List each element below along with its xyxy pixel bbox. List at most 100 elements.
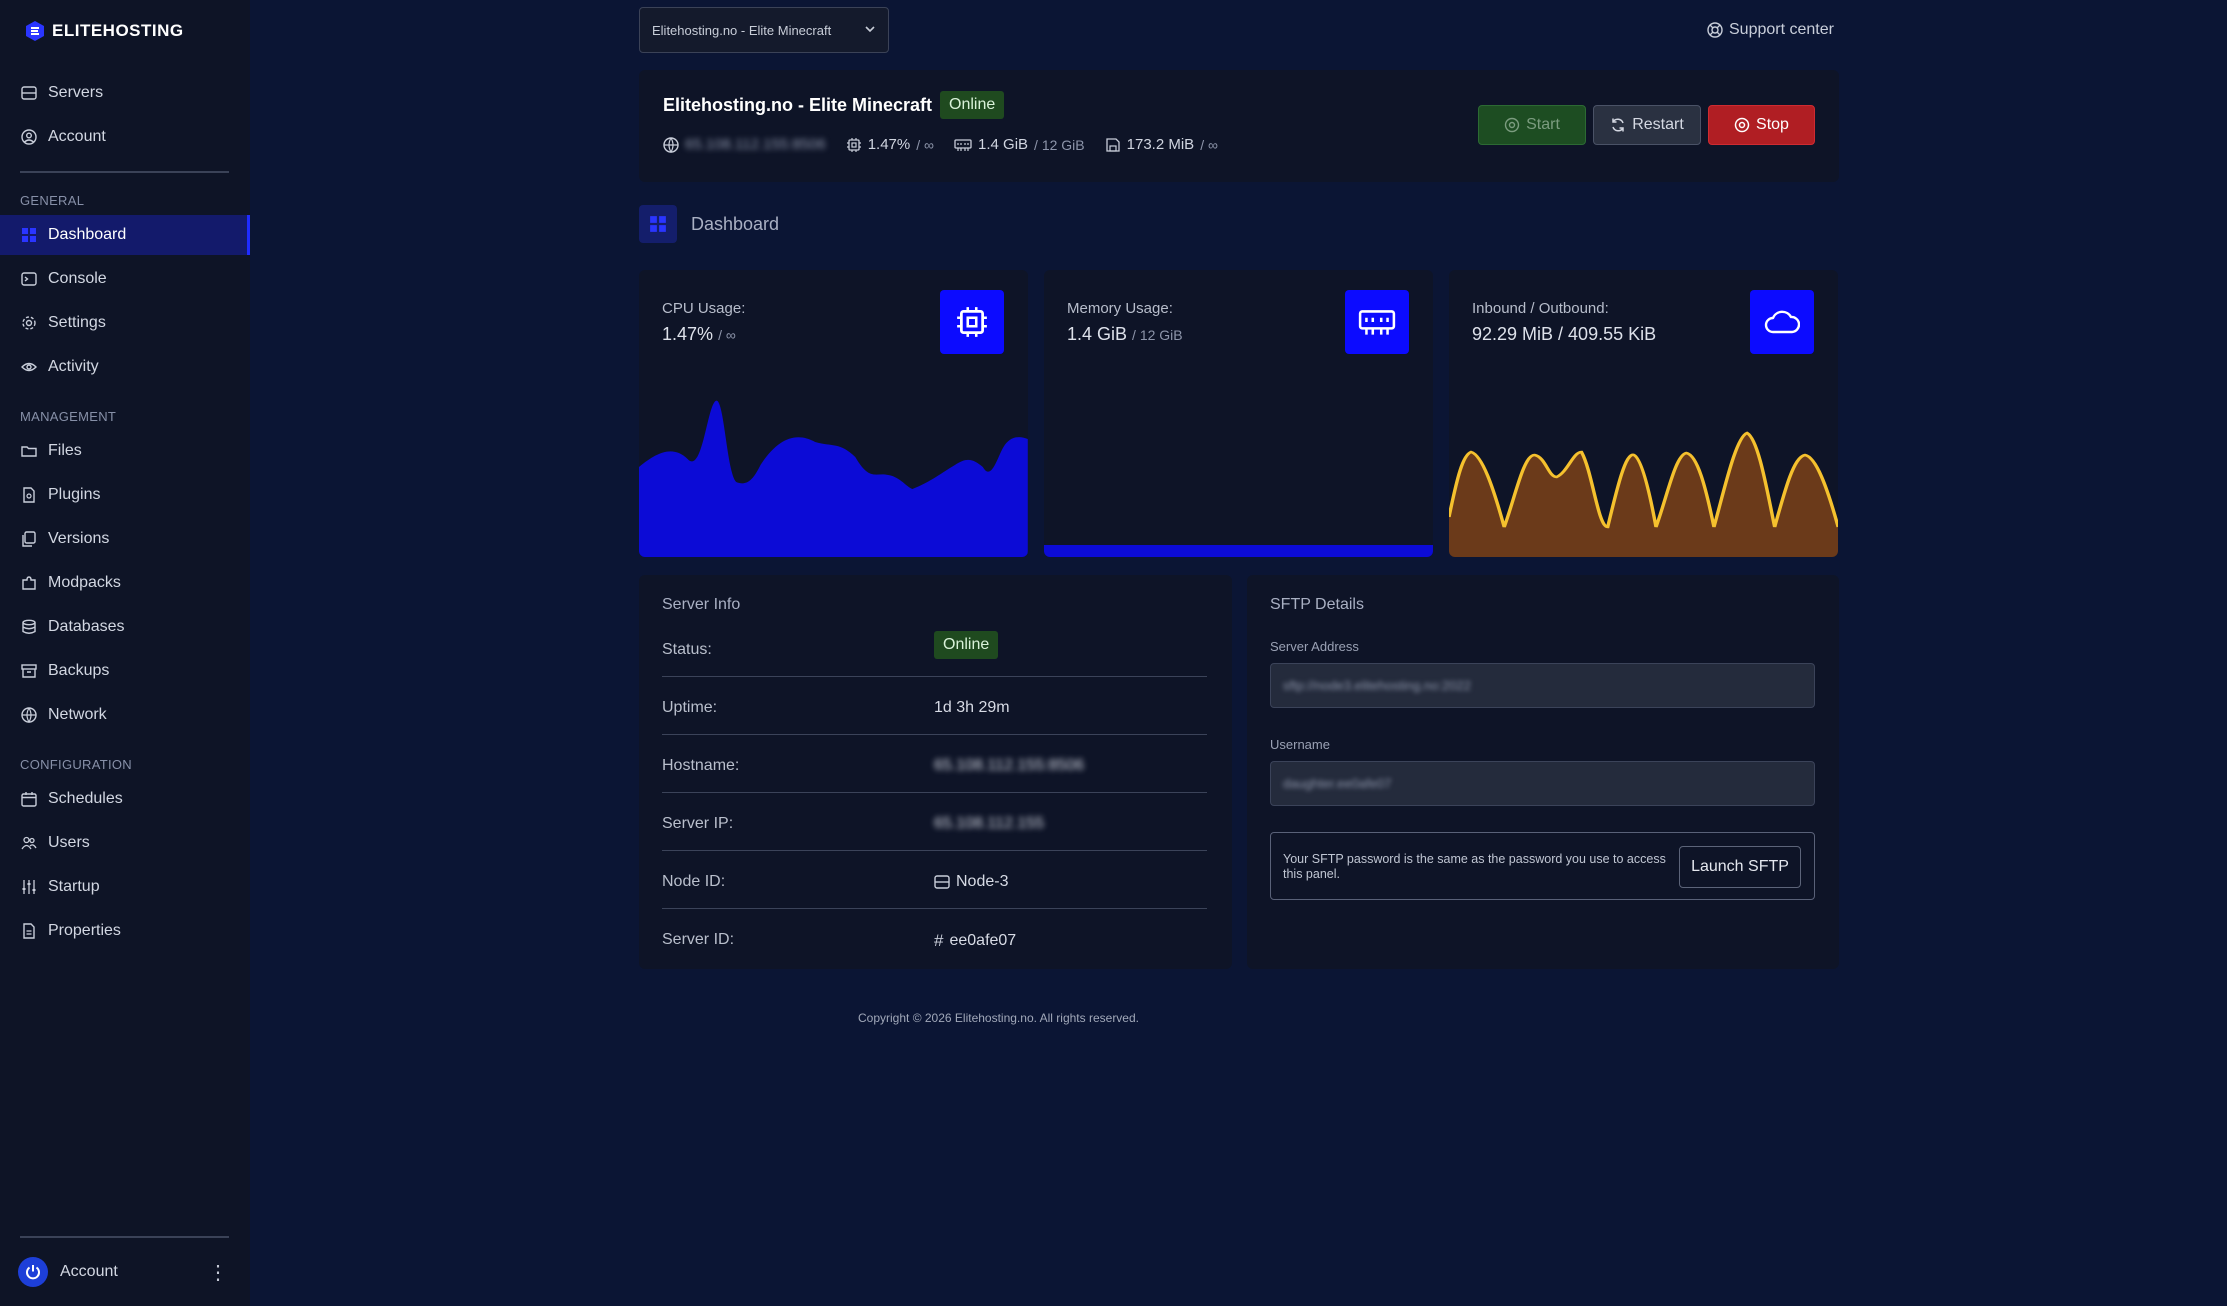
support-center-link[interactable]: Support center xyxy=(1707,21,1834,39)
server-icon xyxy=(934,875,950,889)
server-info-title: Server Info xyxy=(662,596,741,613)
sidebar-item-startup[interactable]: Startup xyxy=(0,867,250,907)
sidebar-item-databases[interactable]: Databases xyxy=(0,607,250,647)
server-selector[interactable]: Elitehosting.no - Elite Minecraft xyxy=(639,7,889,53)
server-info-card: Server Info Status: Online Uptime: 1d 3h… xyxy=(639,575,1232,969)
cpu-stat: 1.47% / ∞ xyxy=(846,136,934,153)
cpu-value: 1.47% xyxy=(867,136,911,153)
support-center-label: Support center xyxy=(1729,21,1834,38)
memory-usage-card: Memory Usage: 1.4 GiB / 12 GiB xyxy=(1044,270,1433,557)
section-label-configuration: CONFIGURATION xyxy=(20,757,132,772)
restart-label: Restart xyxy=(1632,116,1684,133)
hash-icon: # xyxy=(934,931,944,950)
server-icon xyxy=(20,84,38,102)
username-field[interactable]: daughter.ee0afe07 xyxy=(1270,761,1815,806)
memory-icon xyxy=(954,138,972,151)
info-row-uptime: Uptime: 1d 3h 29m xyxy=(662,677,1207,735)
sidebar-item-servers[interactable]: Servers xyxy=(0,73,250,113)
sidebar-item-dashboard[interactable]: Dashboard xyxy=(0,215,250,255)
info-key: Node ID: xyxy=(662,873,726,890)
account-menu[interactable]: Account ⋮ xyxy=(18,1257,228,1287)
user-circle-icon xyxy=(20,128,38,146)
sidebar-item-versions[interactable]: Versions xyxy=(0,519,250,559)
sidebar-item-users[interactable]: Users xyxy=(0,823,250,863)
info-key: Server ID: xyxy=(662,931,735,948)
section-label-management: MANAGEMENT xyxy=(20,409,117,424)
sidebar-item-label: Plugins xyxy=(48,486,101,503)
info-value[interactable]: 65.108.112.155 xyxy=(934,815,1044,833)
page-heading: Dashboard xyxy=(639,205,779,243)
sftp-details-card: SFTP Details Server Address sftp://node3… xyxy=(1247,575,1839,969)
network-usage-value: 92.29 MiB / 409.55 KiB xyxy=(1472,324,1657,344)
launch-sftp-button[interactable]: Launch SFTP xyxy=(1679,846,1801,888)
sidebar-item-account[interactable]: Account xyxy=(0,117,250,157)
sidebar-divider xyxy=(20,171,229,173)
memory-stat: 1.4 GiB / 12 GiB xyxy=(954,136,1085,153)
power-icon xyxy=(26,1265,40,1280)
brand-logo[interactable]: ELITEHOSTING xyxy=(24,20,184,42)
brand-name: ELITEHOSTING xyxy=(52,21,184,40)
sidebar-item-plugins[interactable]: Plugins xyxy=(0,475,250,515)
cpu-limit: / ∞ xyxy=(916,136,935,153)
restart-button[interactable]: Restart xyxy=(1593,105,1701,145)
node-id-value: Node-3 xyxy=(956,873,1009,890)
disk-limit: / ∞ xyxy=(1200,136,1218,153)
info-value: Online xyxy=(934,631,999,659)
chevron-down-icon xyxy=(864,23,876,38)
sidebar-item-label: Users xyxy=(48,834,90,851)
sidebar-item-label: Versions xyxy=(48,530,110,547)
logo-icon xyxy=(26,21,44,41)
sftp-title: SFTP Details xyxy=(1270,596,1364,613)
disk-stat: 173.2 MiB / ∞ xyxy=(1105,136,1218,153)
sidebar-item-label: Servers xyxy=(48,84,104,101)
memory-value: 1.4 GiB xyxy=(978,136,1029,153)
sidebar-item-properties[interactable]: Properties xyxy=(0,911,250,951)
server-address: 65.108.112.155:8506 xyxy=(685,136,826,153)
memory-usage-number: 1.4 GiB xyxy=(1067,324,1128,344)
info-row-hostname: Hostname: 65.108.112.155:8506 xyxy=(662,735,1207,793)
sidebar-item-label: Activity xyxy=(48,358,99,375)
start-label: Start xyxy=(1526,116,1560,133)
cpu-usage-value: 1.47% / ∞ xyxy=(662,324,736,345)
server-header-card: Elitehosting.no - Elite Minecraft Online… xyxy=(639,70,1839,182)
sidebar-item-network[interactable]: Network xyxy=(0,695,250,735)
sidebar-item-label: Properties xyxy=(48,922,121,939)
server-address-field[interactable]: sftp://node3.elitehosting.no:2022 xyxy=(1270,663,1815,708)
network-usage-chart xyxy=(1449,431,1838,557)
sidebar-item-settings[interactable]: Settings xyxy=(0,303,250,343)
sidebar-item-label: Account xyxy=(48,128,106,145)
sidebar-item-schedules[interactable]: Schedules xyxy=(0,779,250,819)
refresh-icon xyxy=(1612,118,1624,132)
stop-circle-icon xyxy=(1734,117,1750,133)
play-circle-icon xyxy=(1504,117,1520,133)
sidebar-item-label: Startup xyxy=(48,878,100,895)
cloud-icon xyxy=(1750,290,1814,354)
sidebar-item-activity[interactable]: Activity xyxy=(0,347,250,387)
puzzle-icon xyxy=(20,574,38,592)
sidebar-item-modpacks[interactable]: Modpacks xyxy=(0,563,250,603)
sidebar-item-files[interactable]: Files xyxy=(0,431,250,471)
info-value: # ee0afe07 xyxy=(934,931,1016,951)
cpu-usage-number: 1.47% xyxy=(662,324,714,344)
dashboard-icon xyxy=(20,226,38,244)
database-icon xyxy=(20,618,38,636)
footer: Copyright © 2026 Elitehosting.no. All ri… xyxy=(0,1011,2227,1025)
sidebar-item-label: Network xyxy=(48,706,107,723)
globe-icon xyxy=(20,706,38,724)
sidebar-item-label: Backups xyxy=(48,662,110,679)
start-button[interactable]: Start xyxy=(1478,105,1586,145)
stop-button[interactable]: Stop xyxy=(1708,105,1815,145)
info-value[interactable]: 65.108.112.155:8506 xyxy=(934,757,1084,775)
sidebar-item-label: Modpacks xyxy=(48,574,121,591)
more-options-icon[interactable]: ⋮ xyxy=(208,1260,228,1285)
cpu-icon xyxy=(846,137,861,152)
info-row-server-ip: Server IP: 65.108.112.155 xyxy=(662,793,1207,851)
lifebuoy-icon xyxy=(1707,22,1723,38)
eye-icon xyxy=(20,358,38,376)
cpu-usage-label: CPU Usage: xyxy=(662,300,746,317)
sidebar-item-console[interactable]: Console xyxy=(0,259,250,299)
sidebar-item-backups[interactable]: Backups xyxy=(0,651,250,691)
archive-icon xyxy=(20,662,38,680)
sidebar-item-label: Dashboard xyxy=(48,226,127,243)
stop-label: Stop xyxy=(1756,116,1789,133)
